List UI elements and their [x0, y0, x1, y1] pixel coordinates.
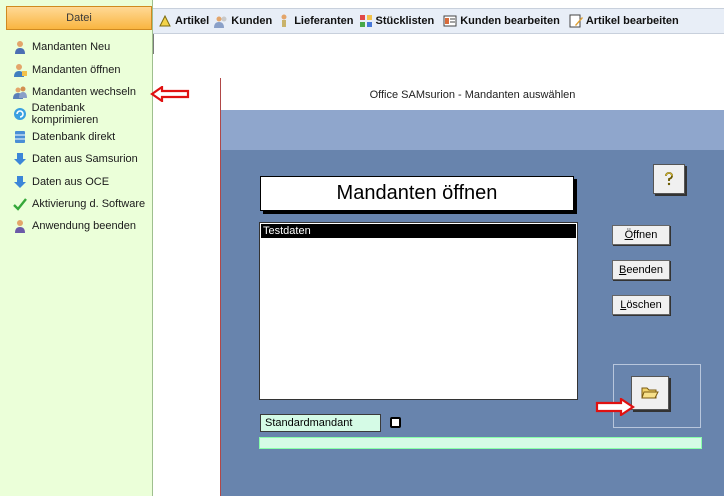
- sidebar-menu: Mandanten Neu Mandanten öffnen Mandanten…: [6, 36, 152, 238]
- sidebar-item-label: Datenbank direkt: [32, 130, 116, 143]
- person-icon: [12, 39, 28, 55]
- article-icon: [158, 14, 172, 28]
- dialog-header-band: [221, 110, 724, 150]
- annotation-arrow-left-icon: [150, 86, 190, 102]
- open-button-label: ffnen: [633, 229, 658, 241]
- annotation-arrow-right-icon: [595, 398, 635, 416]
- open-button[interactable]: Öffnen: [612, 225, 670, 245]
- customers-icon: [214, 14, 228, 28]
- sidebar-item-label: Daten aus Samsurion: [32, 153, 138, 166]
- open-button-mnemonic: Ö: [624, 229, 634, 241]
- toolbar-kunden-bearbeiten-button[interactable]: Kunden bearbeiten: [443, 14, 560, 28]
- exit-button-label: eenden: [626, 264, 664, 276]
- edit-article-icon: [569, 14, 583, 28]
- sidebar-item-mandanten-wechseln[interactable]: Mandanten wechseln: [6, 81, 152, 103]
- person-exit-icon: [12, 218, 28, 234]
- toolbar-label: Lieferanten: [294, 15, 354, 27]
- sidebar-item-aktivierung-software[interactable]: Aktivierung d. Software: [6, 193, 152, 215]
- delete-button[interactable]: Löschen: [612, 295, 670, 315]
- person-switch-icon: [12, 84, 28, 100]
- sidebar-item-label: Mandanten wechseln: [32, 85, 136, 98]
- database-icon: [12, 129, 28, 145]
- sidebar-item-datenbank-direkt[interactable]: Datenbank direkt: [6, 126, 152, 148]
- toolbar-label: Kunden bearbeiten: [460, 15, 560, 27]
- person-open-icon: [12, 62, 28, 78]
- toolbar-label: Artikel: [175, 15, 210, 27]
- list-item-selected[interactable]: Testdaten: [261, 224, 576, 238]
- toolbar-label: Stücklisten: [375, 15, 435, 27]
- dialog-heading: Mandanten öffnen: [260, 176, 574, 211]
- sidebar-item-label: Mandanten öffnen: [32, 63, 121, 76]
- delete-button-label: öschen: [626, 299, 662, 311]
- sidebar-item-mandanten-neu[interactable]: Mandanten Neu: [6, 36, 152, 58]
- edit-customers-icon: [443, 14, 457, 28]
- parts-list-icon: [359, 14, 373, 28]
- help-button[interactable]: [653, 164, 685, 194]
- sidebar: Datei Mandanten Neu Mandanten öffnen Man…: [0, 0, 153, 496]
- compress-icon: [12, 106, 28, 122]
- sidebar-item-mandanten-oeffnen[interactable]: Mandanten öffnen: [6, 58, 152, 80]
- sidebar-header-datei[interactable]: Datei: [6, 6, 152, 30]
- checkmark-icon: [12, 196, 28, 212]
- content-divider: [153, 34, 154, 54]
- mandanten-dialog: Office SAMsurion - Mandanten auswählen M…: [220, 78, 724, 496]
- toolbar-label: Kunden: [231, 15, 273, 27]
- sidebar-item-label: Daten aus OCE: [32, 175, 110, 188]
- toolbar-label: Artikel bearbeiten: [585, 15, 679, 27]
- supplier-icon: [277, 14, 291, 28]
- arrow-down-icon: [12, 174, 28, 190]
- sidebar-item-daten-aus-oce[interactable]: Daten aus OCE: [6, 170, 152, 192]
- default-client-checkbox[interactable]: [390, 417, 401, 428]
- toolbar-artikel-button[interactable]: Artikel: [158, 14, 209, 28]
- toolbar-stuecklisten-button[interactable]: Stücklisten: [359, 14, 435, 28]
- sidebar-item-label: Aktivierung d. Software: [32, 197, 146, 210]
- default-client-field: Standardmandant: [260, 414, 381, 432]
- main-toolbar: Artikel Kunden Lieferanten Stücklisten K…: [153, 8, 724, 34]
- open-folder-icon: [641, 387, 659, 399]
- dialog-title: Office SAMsurion - Mandanten auswählen: [221, 78, 724, 110]
- client-listbox[interactable]: Testdaten: [259, 222, 578, 400]
- sidebar-item-label: Datenbank komprimieren: [31, 102, 99, 127]
- toolbar-kunden-button[interactable]: Kunden: [214, 14, 272, 28]
- exit-button[interactable]: Beenden: [612, 260, 670, 280]
- sidebar-item-datenbank-komprimieren[interactable]: Datenbank komprimieren: [6, 102, 152, 127]
- toolbar-artikel-bearbeiten-button[interactable]: Artikel bearbeiten: [569, 14, 679, 28]
- sidebar-item-label: Mandanten Neu: [32, 41, 111, 54]
- sidebar-item-label: Anwendung beenden: [32, 220, 136, 233]
- toolbar-lieferanten-button[interactable]: Lieferanten: [277, 14, 354, 28]
- sidebar-item-daten-aus-samsurion[interactable]: Daten aus Samsurion: [6, 148, 152, 170]
- arrow-down-icon: [12, 151, 28, 167]
- status-bar: [259, 437, 702, 449]
- sidebar-item-anwendung-beenden[interactable]: Anwendung beenden: [6, 215, 152, 237]
- question-icon: [665, 172, 673, 186]
- open-folder-button[interactable]: [631, 376, 669, 410]
